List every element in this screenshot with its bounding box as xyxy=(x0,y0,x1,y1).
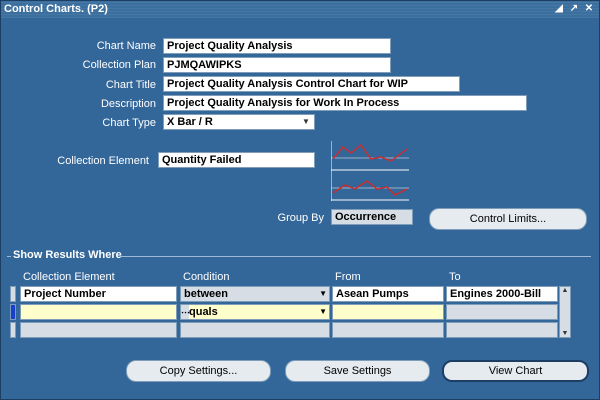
table-cell-to[interactable] xyxy=(446,304,558,320)
chart-type-value: X Bar / R xyxy=(167,116,213,128)
table-cell-element[interactable]: Project Number xyxy=(20,286,177,302)
table-cell-to[interactable]: Engines 2000-Bill xyxy=(446,286,558,302)
column-header-to: To xyxy=(449,271,461,283)
copy-settings-button[interactable]: Copy Settings... xyxy=(126,360,271,382)
chart-title-field[interactable]: Project Quality Analysis Control Chart f… xyxy=(163,76,460,92)
scroll-up-icon[interactable]: ▲ xyxy=(560,287,570,294)
minimize-icon[interactable]: ◢ xyxy=(553,2,565,16)
section-divider xyxy=(7,256,11,257)
section-divider xyxy=(121,256,591,257)
table-cell-from[interactable] xyxy=(332,304,444,320)
condition-value: between xyxy=(184,288,229,300)
chart-name-field[interactable]: Project Quality Analysis xyxy=(163,38,391,54)
chart-name-label: Chart Name xyxy=(96,40,156,52)
collection-plan-field[interactable]: PJMQAWIPKS xyxy=(163,57,391,73)
description-label: Description xyxy=(100,98,156,110)
table-cell-from[interactable] xyxy=(332,322,444,338)
chevron-down-icon[interactable]: ▼ xyxy=(300,116,312,128)
column-header-condition: Condition xyxy=(183,271,230,283)
table-cell-from[interactable]: Asean Pumps xyxy=(332,286,444,302)
copy-settings-label: Copy Settings... xyxy=(159,365,238,377)
chart-preview xyxy=(331,141,411,201)
control-limits-button[interactable]: Control Limits... xyxy=(429,208,587,230)
table-cell-element[interactable] xyxy=(20,322,177,338)
column-header-from: From xyxy=(335,271,361,283)
view-chart-button[interactable]: View Chart xyxy=(442,360,589,382)
scroll-down-icon[interactable]: ▼ xyxy=(560,330,570,337)
results-section-title: Show Results Where xyxy=(13,249,122,261)
description-field[interactable]: Project Quality Analysis for Work In Pro… xyxy=(163,95,527,111)
save-settings-button[interactable]: Save Settings xyxy=(285,360,430,382)
row-selector-active[interactable] xyxy=(10,304,16,320)
collection-element-field[interactable]: Quantity Failed xyxy=(158,152,315,168)
row-selector[interactable] xyxy=(10,286,16,302)
collection-plan-label: Collection Plan xyxy=(82,59,156,71)
table-cell-element[interactable] xyxy=(20,304,177,320)
table-cell-to[interactable] xyxy=(446,322,558,338)
save-settings-label: Save Settings xyxy=(323,365,392,377)
list-of-values-icon[interactable]: ⋯ xyxy=(181,305,190,319)
table-cell-condition[interactable] xyxy=(180,322,330,338)
close-icon[interactable]: ✕ xyxy=(583,2,595,16)
chevron-down-icon[interactable]: ▼ xyxy=(319,305,327,319)
control-charts-window: Control Charts. (P2) ◢ ↗ ✕ Chart Name Pr… xyxy=(0,0,600,400)
view-chart-label: View Chart xyxy=(488,365,543,377)
control-limits-label: Control Limits... xyxy=(469,213,547,225)
column-header-element: Collection Element xyxy=(23,271,115,283)
table-cell-condition[interactable]: between ▼ xyxy=(180,286,330,302)
chevron-down-icon[interactable]: ▼ xyxy=(319,287,327,301)
chart-title-label: Chart Title xyxy=(105,79,156,91)
condition-value: quals xyxy=(189,306,218,318)
chart-type-label: Chart Type xyxy=(102,117,156,129)
window-controls: ◢ ↗ ✕ xyxy=(553,2,595,16)
window-title: Control Charts. (P2) xyxy=(4,3,108,15)
restore-icon[interactable]: ↗ xyxy=(568,2,580,16)
table-cell-condition[interactable]: ⋯quals ▼ xyxy=(180,304,330,320)
chart-type-select[interactable]: X Bar / R ▼ xyxy=(163,114,315,130)
row-selector[interactable] xyxy=(10,322,16,338)
xbar-line xyxy=(332,143,408,162)
group-by-label: Group By xyxy=(277,212,324,224)
collection-element-label: Collection Element xyxy=(57,155,149,167)
group-by-field[interactable]: Occurrence xyxy=(331,209,413,225)
results-scrollbar[interactable]: ▲ ▼ xyxy=(559,286,571,338)
title-bar: Control Charts. (P2) ◢ ↗ ✕ xyxy=(1,1,599,18)
